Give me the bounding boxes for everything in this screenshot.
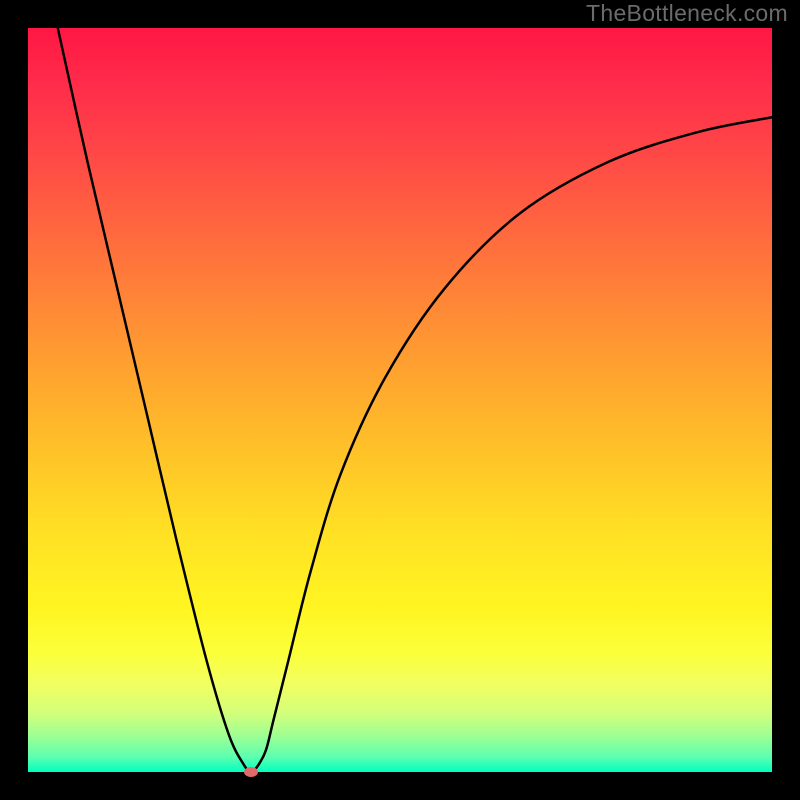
watermark-text: TheBottleneck.com — [586, 0, 788, 27]
optimal-point-marker — [244, 767, 258, 777]
bottleneck-curve-path — [58, 28, 772, 772]
bottleneck-curve-svg — [28, 28, 772, 772]
